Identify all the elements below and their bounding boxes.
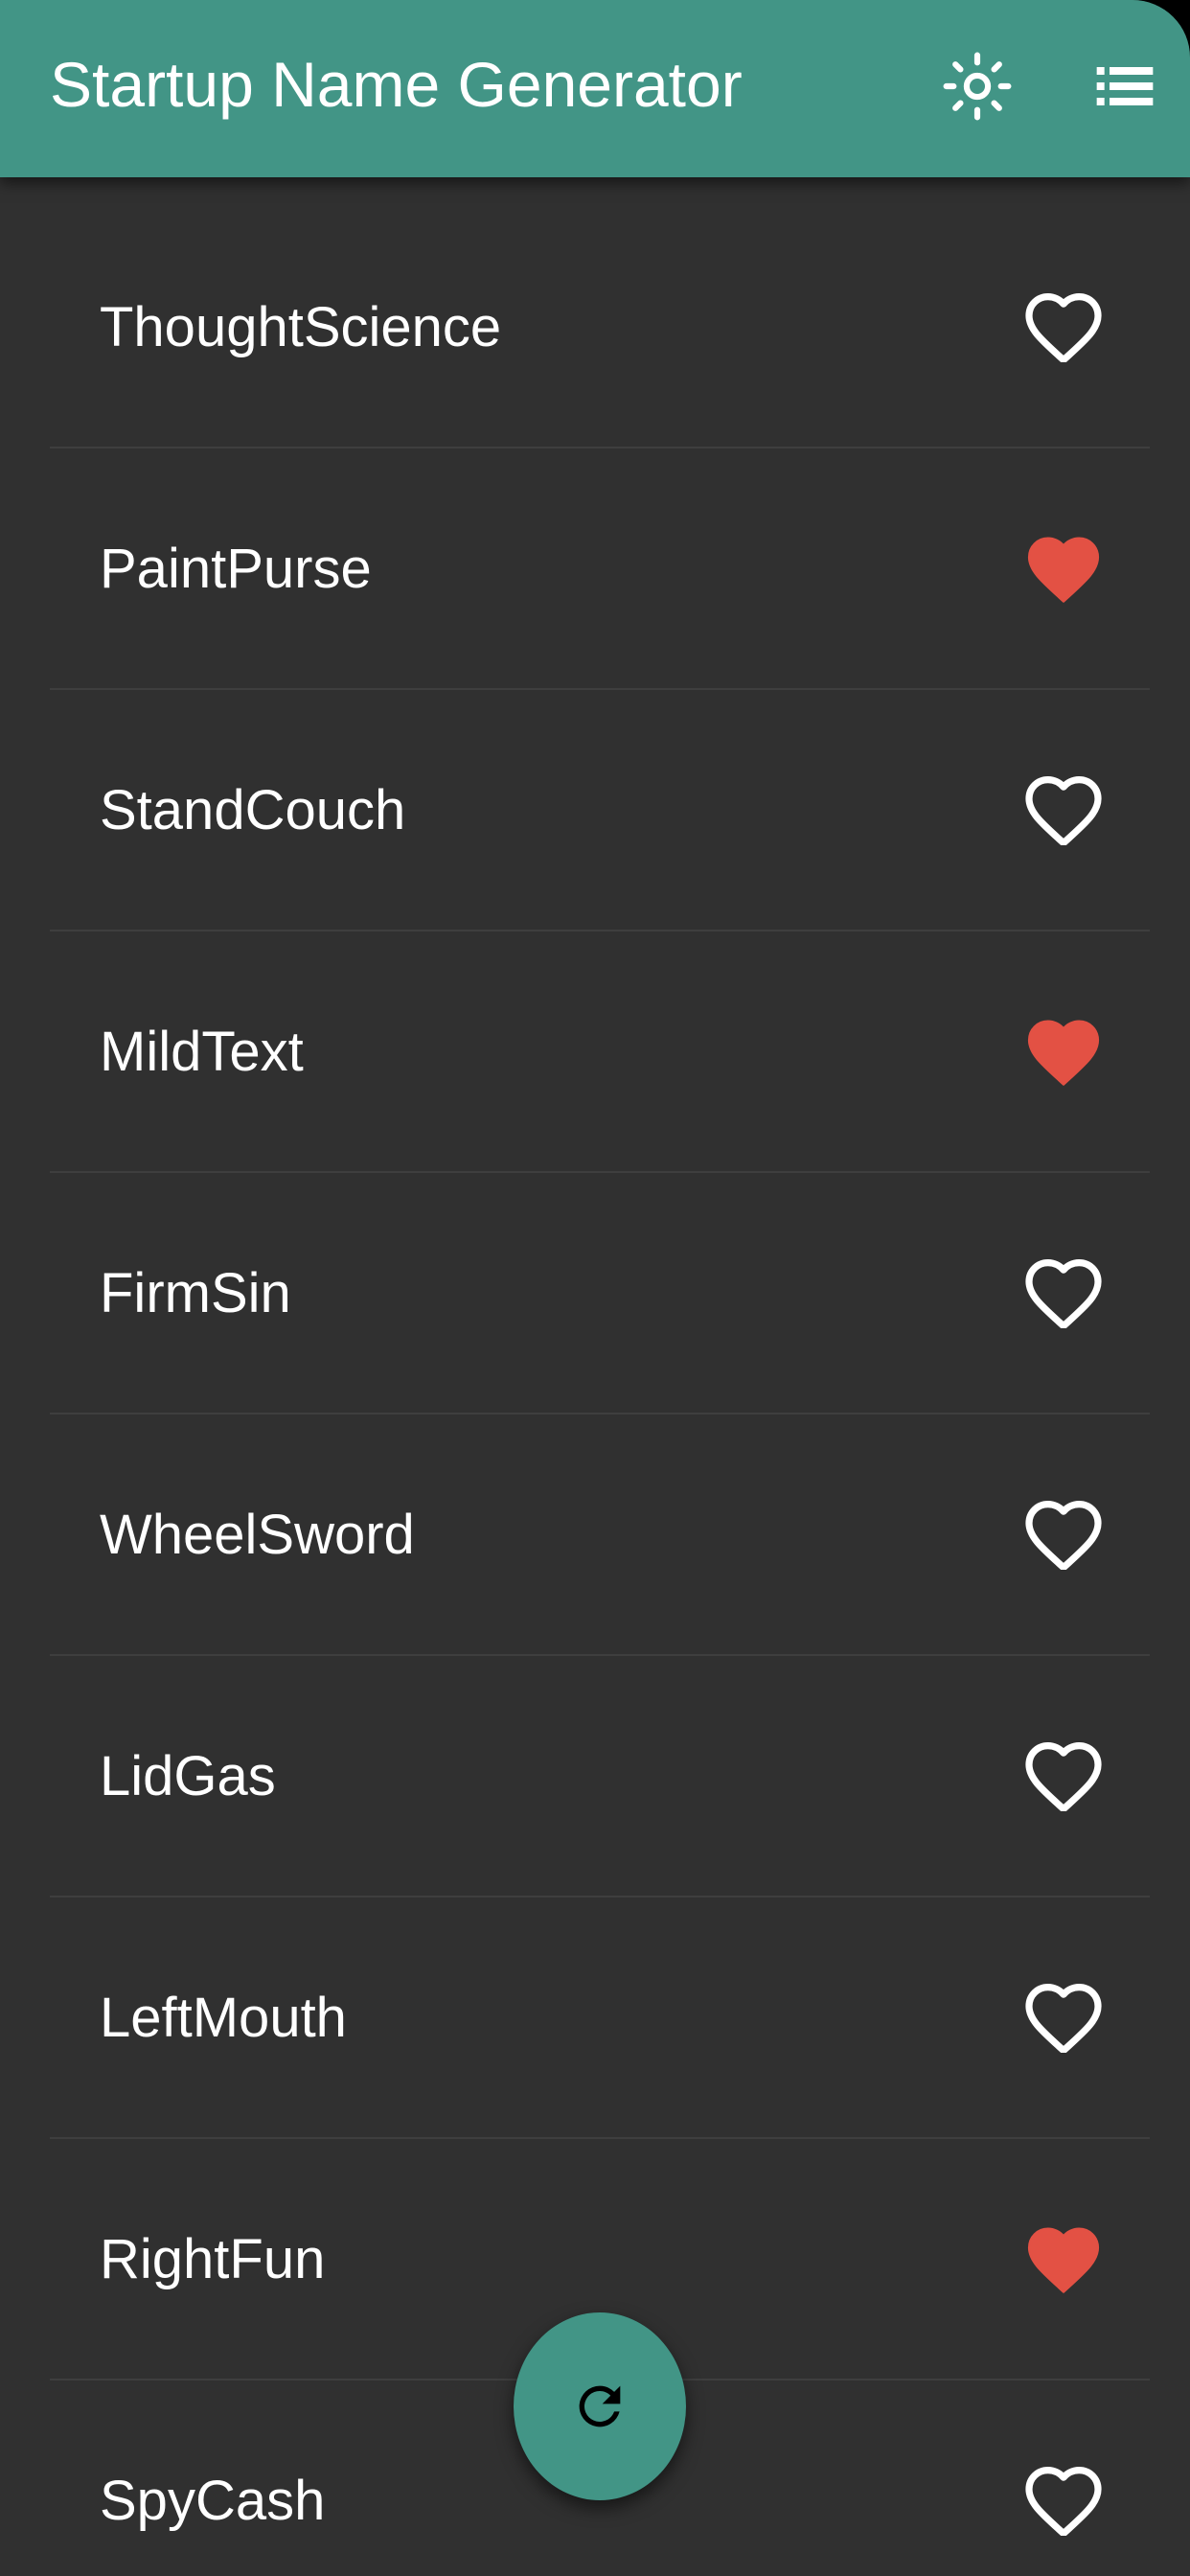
list-item-title: LidGas [100, 1745, 276, 1807]
heart-outline-icon[interactable] [1025, 1742, 1102, 1813]
list-item-title: ThoughtScience [100, 296, 502, 358]
heart-outline-icon[interactable] [1025, 293, 1102, 364]
heart-filled-icon[interactable] [1025, 535, 1102, 604]
list-item-title: MildText [100, 1021, 304, 1083]
suggestion-list: ThoughtScience PaintPurse StandCouch MildTe… [0, 207, 1190, 2576]
app-screen: Startup Name Generator ThoughtScience Pa… [0, 0, 1190, 2576]
list-item-title: RightFun [100, 2228, 326, 2290]
list-item-title: LeftMouth [100, 1987, 347, 2049]
heart-outline-icon[interactable] [1025, 2467, 1102, 2538]
list-item-title: FirmSin [100, 1262, 291, 1324]
list-icon [1096, 67, 1154, 105]
refresh-button[interactable] [514, 2312, 686, 2500]
refresh-icon [579, 2385, 621, 2427]
heart-outline-icon[interactable] [1025, 1984, 1102, 2055]
app-bar: Startup Name Generator [0, 0, 1190, 177]
sun-icon [943, 52, 1012, 121]
heart-outline-icon[interactable] [1025, 1501, 1102, 1572]
list-item[interactable]: StandCouch [0, 690, 1190, 932]
list-item-title: WheelSword [100, 1504, 415, 1566]
list-item[interactable]: MildText [0, 932, 1190, 1173]
list-item[interactable]: LeftMouth [0, 1898, 1190, 2139]
theme-toggle-button[interactable] [931, 40, 1023, 132]
list-item[interactable]: LidGas [0, 1656, 1190, 1898]
list-item-title: SpyCash [100, 2470, 326, 2532]
app-title: Startup Name Generator [50, 49, 743, 120]
list-item-title: PaintPurse [100, 538, 372, 600]
list-item[interactable]: PaintPurse [0, 448, 1190, 690]
list-item-title: StandCouch [100, 779, 406, 841]
saved-list-button[interactable] [1079, 40, 1171, 132]
heart-filled-icon[interactable] [1025, 2225, 1102, 2294]
heart-filled-icon[interactable] [1025, 1018, 1102, 1087]
list-item[interactable]: WheelSword [0, 1414, 1190, 1656]
heart-outline-icon[interactable] [1025, 1259, 1102, 1330]
list-item[interactable]: ThoughtScience [0, 207, 1190, 448]
list-item[interactable]: FirmSin [0, 1173, 1190, 1414]
heart-outline-icon[interactable] [1025, 775, 1102, 847]
